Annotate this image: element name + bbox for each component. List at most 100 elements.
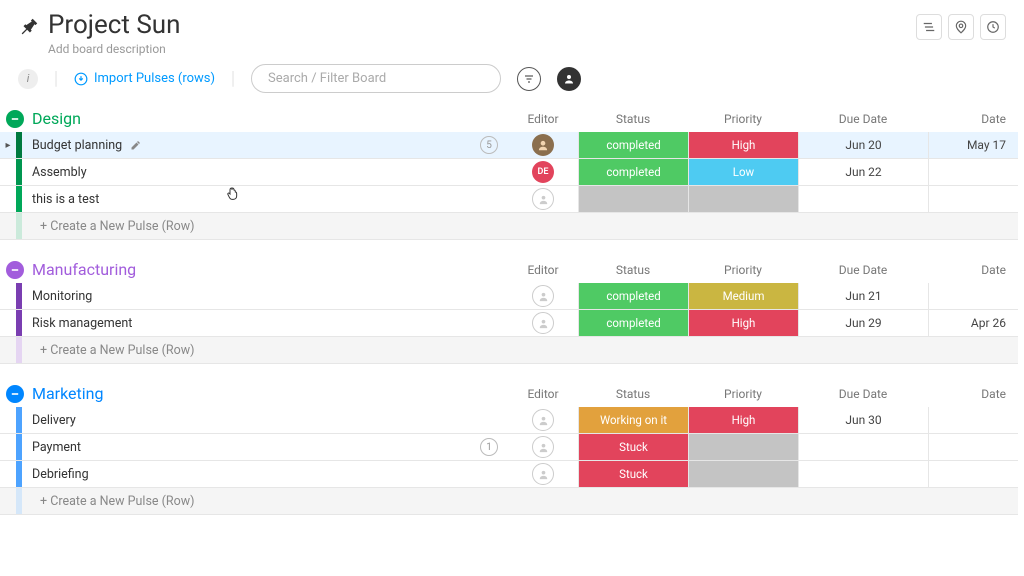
pulse-row[interactable]: Monitoring completedMediumJun 21 [0,283,1018,310]
expand-arrow-icon[interactable]: ▸ [0,132,16,158]
row-name[interactable]: Assembly [22,159,508,185]
col-editor[interactable]: Editor [508,387,578,401]
row-editor[interactable] [508,186,578,212]
pulse-row[interactable]: Delivery Working on itHighJun 30 [0,407,1018,434]
col-date[interactable]: Date [928,387,1018,401]
group-title[interactable]: Design [32,109,508,128]
new-pulse-row[interactable]: + Create a New Pulse (Row) [0,213,1018,240]
status-cell[interactable]: Stuck [578,434,688,460]
status-cell[interactable]: completed [578,132,688,158]
row-editor[interactable] [508,434,578,460]
row-editor[interactable] [508,132,578,158]
col-editor[interactable]: Editor [508,263,578,277]
priority-cell[interactable] [688,461,798,487]
date-cell[interactable] [928,283,1018,309]
row-name[interactable]: this is a test [22,186,508,212]
col-priority[interactable]: Priority [688,387,798,401]
due-cell[interactable]: Jun 20 [798,132,928,158]
due-cell[interactable]: Jun 21 [798,283,928,309]
date-cell[interactable]: Apr 26 [928,310,1018,336]
pulse-row[interactable]: Assembly DE completedLowJun 22 [0,159,1018,186]
avatar-empty[interactable] [532,409,554,431]
col-due[interactable]: Due Date [798,387,928,401]
row-name[interactable]: Risk management [22,310,508,336]
pencil-icon[interactable] [130,139,142,151]
pulse-row[interactable]: Debriefing Stuck [0,461,1018,488]
due-cell[interactable]: Jun 22 [798,159,928,185]
avatar-empty[interactable] [532,463,554,485]
row-name[interactable]: Payment1 [22,434,508,460]
date-cell[interactable] [928,407,1018,433]
avatar-empty[interactable] [532,436,554,458]
avatar-empty[interactable] [532,285,554,307]
avatar[interactable] [532,134,554,156]
avatar-empty[interactable] [532,312,554,334]
due-cell[interactable]: Jun 30 [798,407,928,433]
pulse-row[interactable]: ▸Budget planning5 completedHighJun 20May … [0,132,1018,159]
priority-cell[interactable]: Medium [688,283,798,309]
pulse-row[interactable]: Payment1 Stuck [0,434,1018,461]
comment-count[interactable]: 5 [480,136,498,154]
import-pulses-link[interactable]: Import Pulses (rows) [74,71,215,86]
status-cell[interactable] [578,186,688,212]
comment-count[interactable]: 1 [480,438,498,456]
header-action-3[interactable] [980,14,1006,40]
row-editor[interactable] [508,310,578,336]
priority-cell[interactable]: High [688,310,798,336]
priority-cell[interactable] [688,186,798,212]
date-cell[interactable] [928,186,1018,212]
status-cell[interactable]: completed [578,159,688,185]
filter-button[interactable] [517,67,541,91]
collapse-toggle[interactable] [6,385,24,403]
date-cell[interactable] [928,461,1018,487]
row-name[interactable]: Debriefing [22,461,508,487]
col-status[interactable]: Status [578,112,688,126]
priority-cell[interactable] [688,434,798,460]
avatar-empty[interactable] [532,188,554,210]
priority-cell[interactable]: Low [688,159,798,185]
pulse-row[interactable]: Risk management completedHighJun 29Apr 26 [0,310,1018,337]
new-pulse-row[interactable]: + Create a New Pulse (Row) [0,337,1018,364]
col-priority[interactable]: Priority [688,112,798,126]
col-date[interactable]: Date [928,112,1018,126]
row-editor[interactable] [508,283,578,309]
board-title[interactable]: Project Sun [48,10,916,40]
new-pulse-row[interactable]: + Create a New Pulse (Row) [0,488,1018,515]
search-input[interactable] [251,64,501,93]
priority-cell[interactable]: High [688,132,798,158]
col-status[interactable]: Status [578,387,688,401]
info-icon[interactable]: i [18,69,38,89]
group-title[interactable]: Marketing [32,384,508,403]
due-cell[interactable] [798,434,928,460]
row-name[interactable]: Monitoring [22,283,508,309]
due-cell[interactable] [798,461,928,487]
col-priority[interactable]: Priority [688,263,798,277]
pulse-row[interactable]: this is a test [0,186,1018,213]
collapse-toggle[interactable] [6,261,24,279]
group-title[interactable]: Manufacturing [32,260,508,279]
collapse-toggle[interactable] [6,110,24,128]
row-editor[interactable]: DE [508,159,578,185]
priority-cell[interactable]: High [688,407,798,433]
date-cell[interactable]: May 17 [928,132,1018,158]
person-filter-button[interactable] [557,67,581,91]
due-cell[interactable]: Jun 29 [798,310,928,336]
due-cell[interactable] [798,186,928,212]
header-action-2[interactable] [948,14,974,40]
header-action-1[interactable] [916,14,942,40]
date-cell[interactable] [928,159,1018,185]
row-name[interactable]: Budget planning5 [22,132,508,158]
status-cell[interactable]: Working on it [578,407,688,433]
status-cell[interactable]: completed [578,283,688,309]
row-editor[interactable] [508,461,578,487]
avatar[interactable]: DE [532,161,554,183]
col-status[interactable]: Status [578,263,688,277]
row-editor[interactable] [508,407,578,433]
col-due[interactable]: Due Date [798,112,928,126]
status-cell[interactable]: Stuck [578,461,688,487]
col-date[interactable]: Date [928,263,1018,277]
row-name[interactable]: Delivery [22,407,508,433]
status-cell[interactable]: completed [578,310,688,336]
date-cell[interactable] [928,434,1018,460]
col-due[interactable]: Due Date [798,263,928,277]
